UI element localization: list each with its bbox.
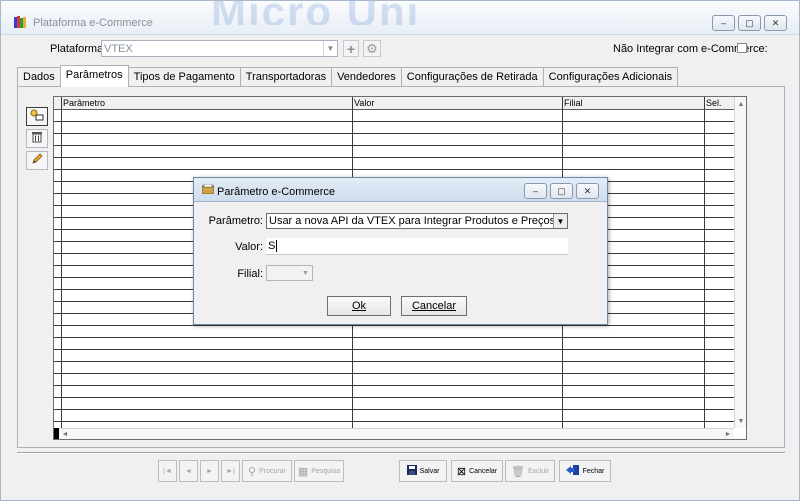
column-header-parametro[interactable]: Parâmetro	[61, 97, 352, 110]
platform-value: VTEX	[104, 43, 133, 55]
edit-parameter-button[interactable]	[26, 151, 48, 170]
chevron-down-icon[interactable]: ▼	[323, 41, 337, 56]
minimize-button[interactable]: –	[712, 15, 735, 31]
pesquisa-label: Pesquisa	[311, 467, 341, 475]
cancelar-button[interactable]: ⊠ Cancelar	[451, 460, 503, 482]
fechar-label: Fechar	[582, 467, 605, 475]
maximize-button[interactable]: ▢	[738, 15, 761, 31]
parametro-value: Usar a nova API da VTEX para Integrar Pr…	[269, 215, 562, 227]
scroll-right-icon[interactable]: ►	[722, 429, 734, 439]
side-toolbar	[26, 107, 48, 173]
filial-select[interactable]: ▼	[266, 265, 313, 281]
dialog-maximize-button[interactable]: ▢	[550, 183, 573, 199]
platform-row: Plataforma: VTEX ▼ + ⚙ Não Integrar com …	[1, 39, 799, 59]
tab-tipos-de-pagamento[interactable]: Tipos de Pagamento	[127, 67, 241, 87]
cancelar-label: Cancelar	[469, 467, 498, 475]
tab-strip: Dados Parâmetros Tipos de Pagamento Tran…	[17, 65, 679, 87]
window-title: Plataforma e-Commerce	[33, 17, 153, 29]
tab-vendedores[interactable]: Vendedores	[331, 67, 402, 87]
trash-icon	[32, 131, 42, 146]
horizontal-scrollbar[interactable]: ◄ ►	[59, 428, 734, 439]
grid-icon: ▦	[297, 465, 309, 478]
salvar-button[interactable]: Salvar	[399, 460, 447, 482]
title-bar: Plataforma e-Commerce Micro Uni – ▢ ✕	[1, 1, 799, 35]
dialog-app-icon	[201, 183, 215, 197]
pencil-icon	[31, 153, 43, 168]
plus-icon: +	[346, 40, 356, 57]
exit-door-icon	[565, 464, 580, 478]
binoculars-icon: ⚲	[248, 465, 257, 478]
tab-parametros[interactable]: Parâmetros	[59, 65, 129, 87]
platform-label: Plataforma:	[50, 43, 107, 55]
app-books-icon	[13, 15, 27, 29]
dialog-cancel-button[interactable]: Cancelar	[401, 296, 467, 316]
grid-header: Parâmetro Valor Filial Sel.	[54, 97, 734, 110]
column-header-filial[interactable]: Filial	[562, 97, 704, 110]
salvar-label: Salvar	[419, 467, 440, 475]
bottom-separator	[17, 452, 785, 454]
procurar-label: Procurar	[259, 467, 286, 475]
delete-parameter-button[interactable]	[26, 129, 48, 148]
first-icon: |◄	[163, 467, 172, 475]
next-icon: ►	[206, 467, 213, 475]
procurar-button[interactable]: ⚲ Procurar	[242, 460, 292, 482]
no-integrate-checkbox[interactable]	[737, 43, 747, 53]
chevron-down-icon[interactable]: ▼	[299, 266, 312, 280]
scroll-left-icon[interactable]: ◄	[59, 429, 71, 439]
close-button[interactable]: ✕	[764, 15, 787, 31]
parametro-select[interactable]: Usar a nova API da VTEX para Integrar Pr…	[266, 213, 568, 229]
valor-label: Valor:	[235, 241, 263, 253]
next-record-button[interactable]: ►	[200, 460, 219, 482]
valor-value: S	[268, 240, 278, 252]
parametro-dialog: Parâmetro e-Commerce – ▢ ✕ Parâmetro: Us…	[193, 177, 608, 325]
add-platform-button[interactable]: +	[343, 40, 359, 57]
scroll-down-icon[interactable]: ▼	[735, 415, 746, 427]
fechar-button[interactable]: Fechar	[559, 460, 611, 482]
save-icon	[406, 464, 417, 478]
tab-configuracoes-adicionais[interactable]: Configurações Adicionais	[542, 67, 679, 87]
dialog-minimize-button[interactable]: –	[524, 183, 547, 199]
column-header-sel[interactable]: Sel.	[704, 97, 734, 110]
last-icon: ►|	[226, 467, 235, 475]
excluir-button[interactable]: 🗑 Excluir	[505, 460, 555, 482]
pesquisa-button[interactable]: ▦ Pesquisa	[294, 460, 344, 482]
first-record-button[interactable]: |◄	[158, 460, 177, 482]
parametro-label: Parâmetro:	[208, 215, 263, 227]
excluir-label: Excluir	[527, 467, 549, 475]
add-parameter-icon	[30, 109, 44, 124]
platform-combo[interactable]: VTEX ▼	[101, 40, 338, 57]
previous-record-button[interactable]: ◄	[179, 460, 198, 482]
tab-transportadoras[interactable]: Transportadoras	[239, 67, 333, 87]
dialog-title: Parâmetro e-Commerce	[217, 186, 335, 198]
chevron-down-icon[interactable]: ▼	[553, 214, 567, 228]
scroll-up-icon[interactable]: ▲	[735, 98, 746, 110]
vertical-scrollbar[interactable]: ▲ ▼	[734, 97, 746, 428]
trash-icon: 🗑	[511, 465, 525, 478]
add-parameter-button[interactable]	[26, 107, 48, 126]
grid-divider	[704, 97, 705, 428]
dialog-title-bar: Parâmetro e-Commerce – ▢ ✕	[194, 178, 607, 202]
column-header-valor[interactable]: Valor	[352, 97, 562, 110]
last-record-button[interactable]: ►|	[221, 460, 240, 482]
gear-icon: ⚙	[366, 40, 378, 56]
tab-dados[interactable]: Dados	[17, 67, 61, 87]
watermark-logo: Micro Uni	[211, 1, 421, 25]
filial-label: Filial:	[237, 268, 263, 280]
grid-divider	[61, 97, 62, 428]
cancel-x-icon: ⊠	[456, 465, 467, 478]
previous-icon: ◄	[185, 467, 192, 475]
platform-settings-button[interactable]: ⚙	[363, 40, 381, 57]
dialog-close-button[interactable]: ✕	[576, 183, 599, 199]
ok-button[interactable]: Ok	[327, 296, 391, 316]
tab-configuracoes-de-retirada[interactable]: Configurações de Retirada	[400, 67, 544, 87]
valor-input[interactable]: S	[266, 238, 568, 255]
